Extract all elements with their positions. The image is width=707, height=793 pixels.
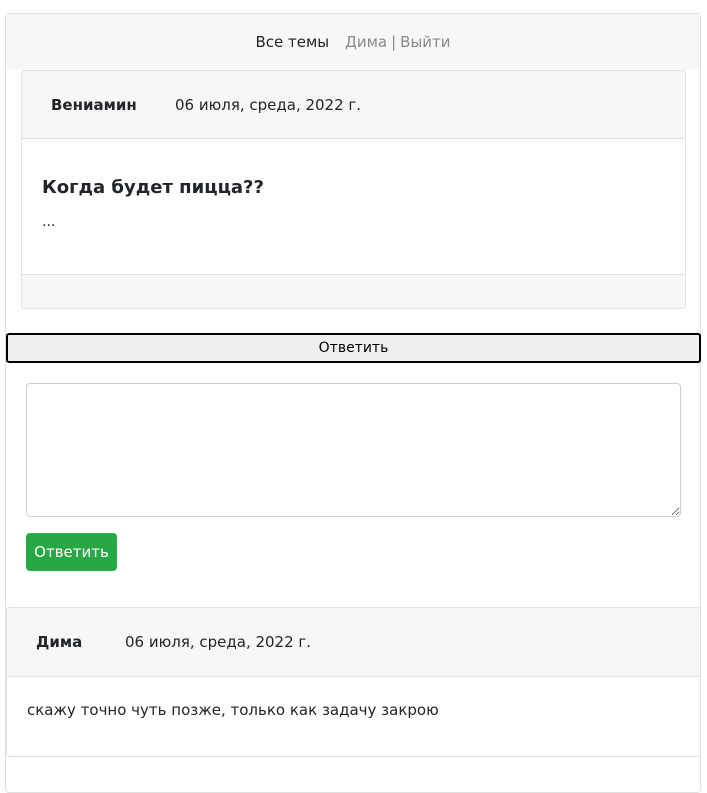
nav-username: Дима [345, 33, 388, 51]
reply-textarea[interactable] [26, 383, 681, 517]
reply-author: Дима [36, 633, 83, 651]
reply-card: Дима 06 июля, среда, 2022 г. скажу точно… [6, 607, 701, 757]
topic-card-header: Вениамин 06 июля, среда, 2022 г. [22, 71, 685, 139]
reply-text: скажу точно чуть позже, только как задач… [27, 701, 439, 719]
top-navbar: Все темы Дима | Выйти [6, 14, 700, 70]
topic-text: ... [42, 214, 56, 230]
topic-author: Вениамин [51, 95, 137, 114]
topic-card-body: Когда будет пицца?? ... [22, 139, 685, 275]
nav-logout-link[interactable]: Выйти [400, 33, 450, 51]
topic-card-footer [22, 275, 685, 308]
submit-reply-button[interactable]: Ответить [26, 533, 117, 571]
reply-date: 06 июля, среда, 2022 г. [125, 633, 312, 651]
nav-all-topics-link[interactable]: Все темы [255, 33, 329, 51]
nav-separator: | [391, 33, 397, 51]
reply-card-header: Дима 06 июля, среда, 2022 г. [7, 608, 700, 677]
topic-card: Вениамин 06 июля, среда, 2022 г. Когда б… [21, 70, 686, 309]
topic-date: 06 июля, среда, 2022 г. [175, 95, 362, 114]
topic-title: Когда будет пицца?? [42, 177, 264, 198]
reply-toggle-button[interactable]: Ответить [6, 333, 701, 363]
